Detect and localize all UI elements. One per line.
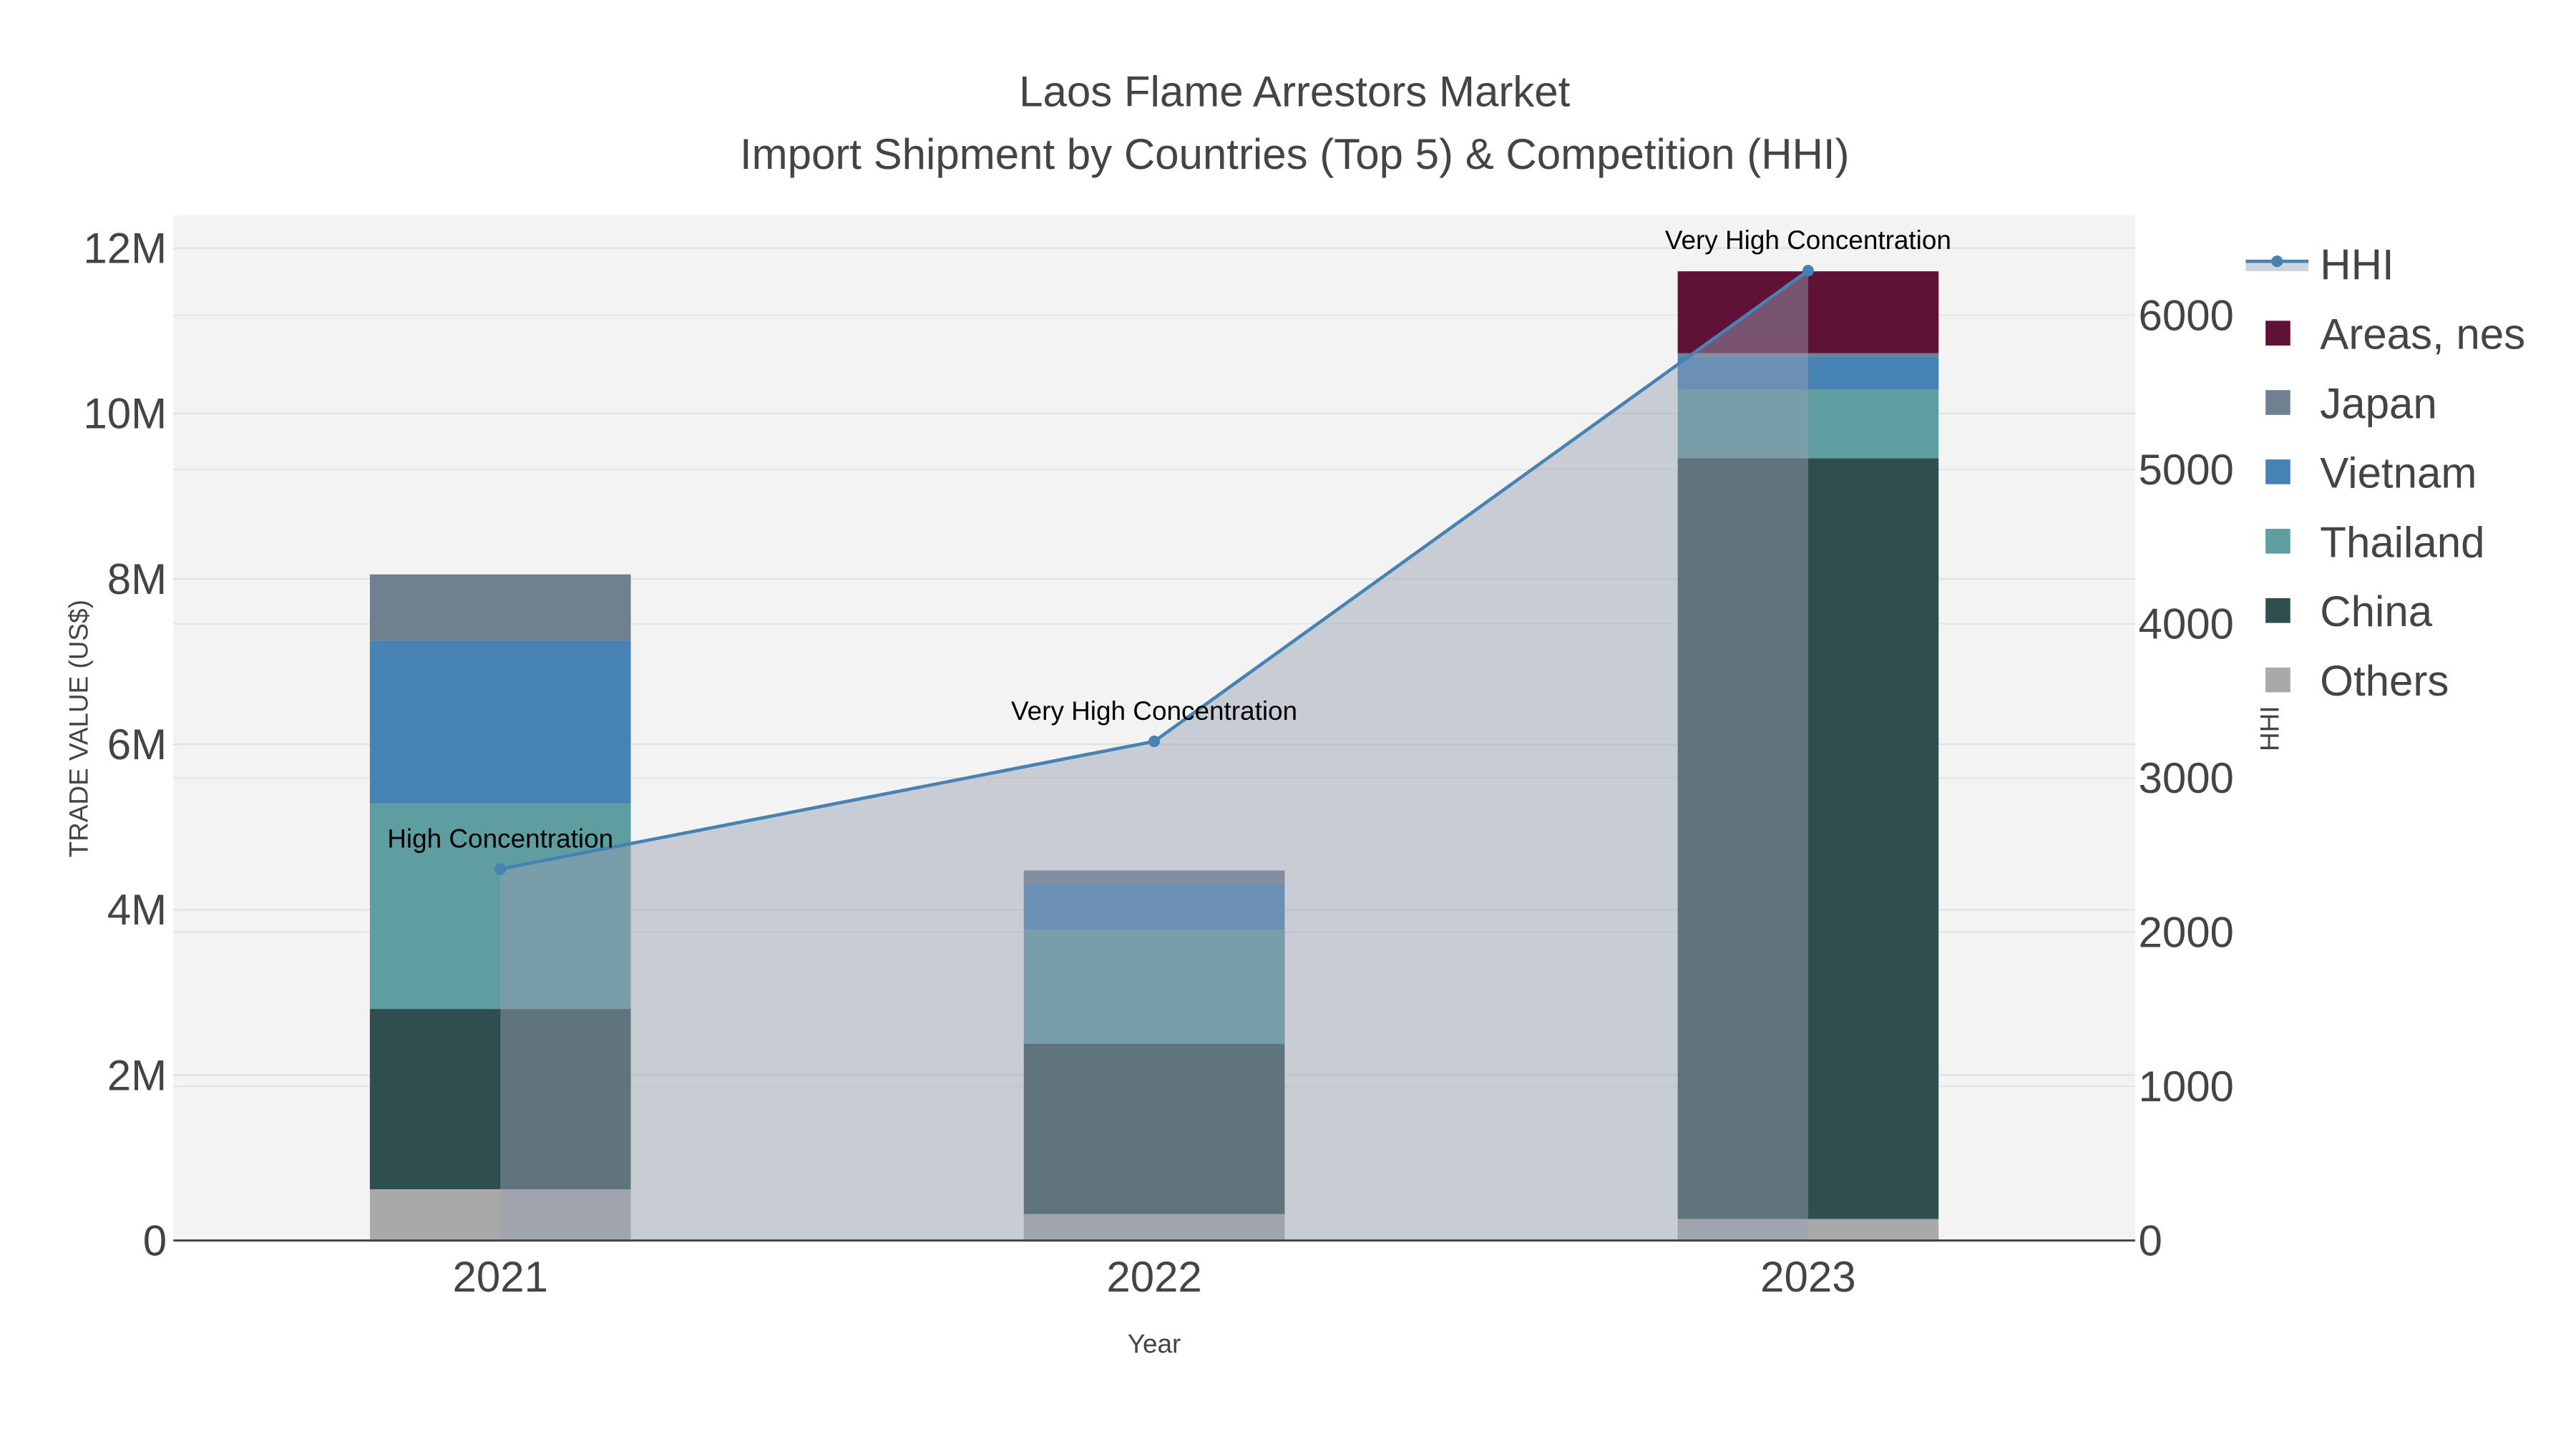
bar-japan-2021 [369, 574, 631, 641]
legend-item-china[interactable]: China [2265, 587, 2433, 635]
y2-tick-label: 2000 [2138, 908, 2233, 956]
bar-vietnam-2021 [369, 640, 631, 804]
y-tick-label: 0 [143, 1216, 167, 1264]
y-axis-ticks: 0 2M 4M 6M 8M 10M 12M [83, 225, 167, 1265]
chart: High Concentration Very High Concentratio… [64, 67, 2525, 1359]
legend-swatch [2265, 459, 2290, 484]
legend-swatch [2265, 529, 2290, 554]
legend-item-thailand[interactable]: Thailand [2265, 518, 2484, 566]
x-axis-title: Year [1128, 1330, 1181, 1359]
y-tick-label: 4M [107, 886, 167, 934]
legend-item-vietnam[interactable]: Vietnam [2265, 449, 2477, 497]
legend-label: Areas, nes [2320, 310, 2525, 358]
legend-label: HHI [2320, 241, 2394, 289]
legend: HHI Areas, nes Japan Vietnam Thailand China Ot… [2245, 241, 2525, 705]
legend-swatch [2265, 667, 2290, 693]
y2-tick-label: 5000 [2138, 446, 2233, 494]
legend-swatch-marker [2271, 255, 2283, 268]
chart-title: Laos Flame Arrestors Market [1019, 67, 1571, 115]
hhi-annotation: Very High Concentration [1665, 225, 1951, 255]
y2-tick-label: 3000 [2138, 754, 2233, 802]
y2-axis-ticks: 0 1000 2000 3000 4000 5000 6000 [2138, 291, 2233, 1264]
y-tick-label: 10M [83, 390, 167, 438]
legend-label: Thailand [2320, 518, 2484, 566]
legend-swatch [2265, 321, 2290, 346]
legend-swatch [2265, 390, 2290, 415]
x-tick-label: 2022 [1106, 1253, 1201, 1301]
legend-label: Others [2320, 657, 2449, 705]
y-tick-label: 8M [107, 555, 167, 603]
legend-swatch [2265, 597, 2290, 623]
hhi-annotation: Very High Concentration [1011, 696, 1297, 726]
legend-label: Vietnam [2320, 449, 2477, 497]
y2-tick-label: 1000 [2138, 1063, 2233, 1111]
y-tick-label: 2M [107, 1051, 167, 1099]
legend-item-areas-nes[interactable]: Areas, nes [2265, 310, 2525, 358]
hhi-point [1148, 736, 1161, 748]
x-axis-ticks: 2021 2022 2023 [452, 1253, 1855, 1301]
y-tick-label: 12M [83, 225, 167, 273]
legend-item-japan[interactable]: Japan [2265, 379, 2437, 427]
x-tick-label: 2023 [1760, 1253, 1855, 1301]
x-tick-label: 2021 [452, 1253, 547, 1301]
legend-item-others[interactable]: Others [2265, 657, 2449, 705]
chart-subtitle: Import Shipment by Countries (Top 5) & C… [740, 130, 1850, 178]
y2-axis-title: HHI [2255, 706, 2285, 751]
legend-label: Japan [2320, 379, 2436, 427]
legend-item-hhi[interactable]: HHI [2245, 241, 2394, 289]
y2-tick-label: 6000 [2138, 291, 2233, 339]
legend-label: China [2320, 587, 2432, 635]
y-axis-title: TRADE VALUE (US$) [64, 600, 93, 857]
y2-tick-label: 0 [2138, 1216, 2162, 1264]
hhi-point [1802, 265, 1814, 277]
hhi-point [494, 863, 507, 875]
hhi-annotation: High Concentration [387, 824, 613, 854]
y-tick-label: 6M [107, 721, 167, 769]
y2-tick-label: 4000 [2138, 600, 2233, 648]
